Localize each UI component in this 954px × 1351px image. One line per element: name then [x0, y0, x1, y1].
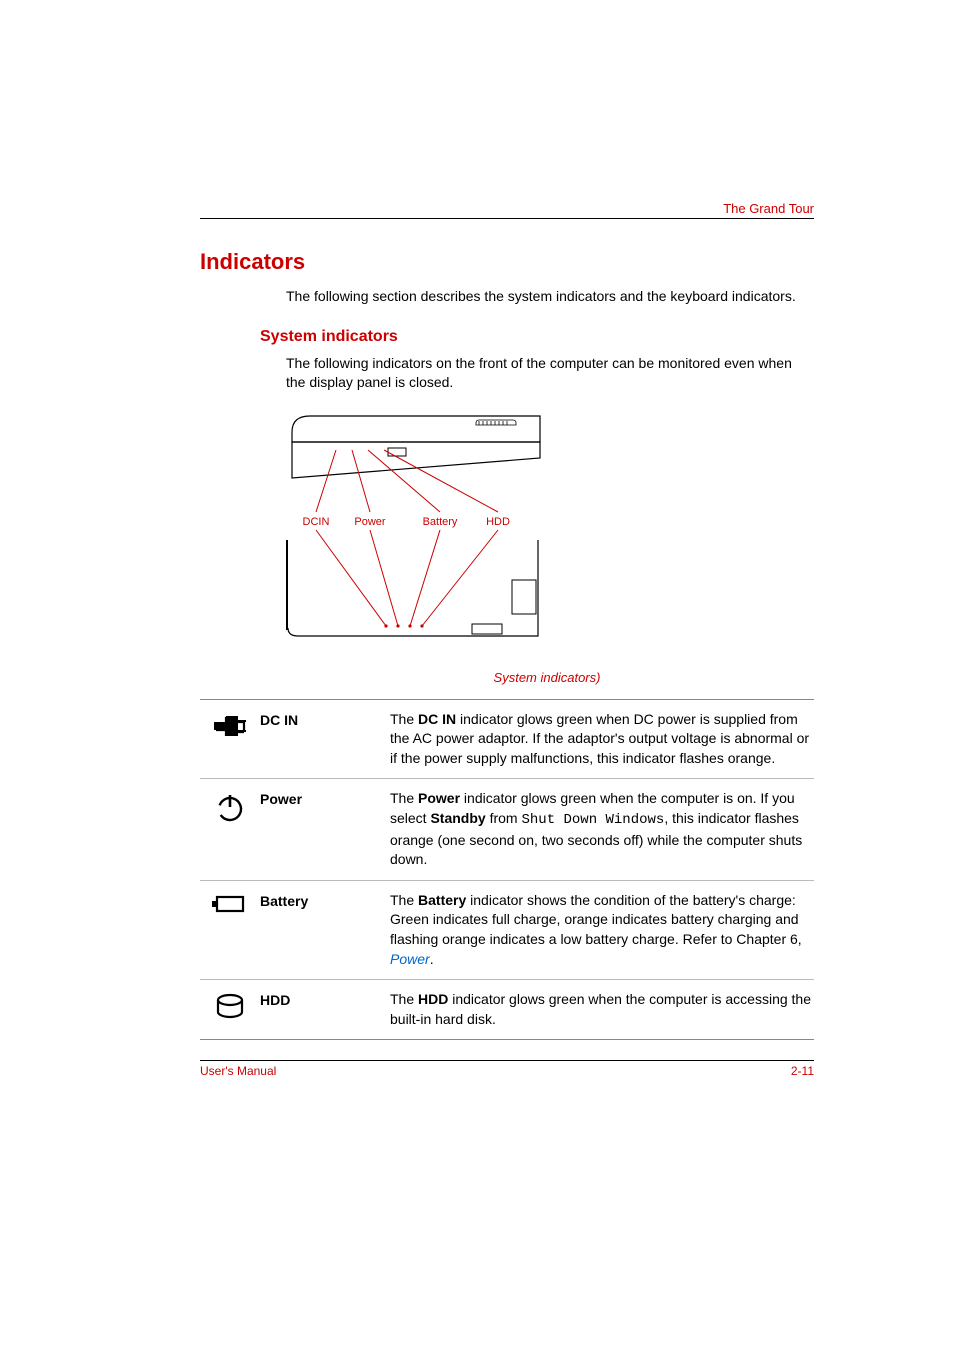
- row-dcin: DC IN The DC IN indicator glows green wh…: [200, 700, 814, 780]
- page-footer: User's Manual 2-11: [200, 1060, 814, 1078]
- row-power: Power The Power indicator glows green wh…: [200, 779, 814, 880]
- hdd-label: HDD: [260, 990, 390, 1008]
- diagram-caption: System indicators): [280, 670, 814, 685]
- section-title: Indicators: [200, 249, 814, 275]
- diagram-label-hdd: HDD: [486, 516, 510, 528]
- diagram-label-power: Power: [354, 516, 386, 528]
- hdd-desc: The HDD indicator glows green when the c…: [390, 990, 814, 1029]
- sub-intro-text: The following indicators on the front of…: [286, 354, 814, 392]
- battery-label: Battery: [260, 891, 390, 909]
- intro-text: The following section describes the syst…: [286, 287, 814, 306]
- diagram-label-battery: Battery: [423, 516, 458, 528]
- hdd-icon: [200, 990, 260, 1020]
- power-icon: [200, 789, 260, 823]
- dcin-desc: The DC IN indicator glows green when DC …: [390, 710, 814, 769]
- header-section-label: The Grand Tour: [723, 201, 814, 216]
- indicator-table: DC IN The DC IN indicator glows green wh…: [200, 699, 814, 1041]
- dcin-label: DC IN: [260, 710, 390, 728]
- battery-desc: The Battery indicator shows the conditio…: [390, 891, 814, 969]
- subsection-title: System indicators: [260, 328, 814, 346]
- system-indicators-diagram: DCIN Power Battery HDD: [280, 410, 814, 660]
- footer-left: User's Manual: [200, 1064, 276, 1078]
- row-hdd: HDD The HDD indicator glows green when t…: [200, 980, 814, 1039]
- battery-icon: [200, 891, 260, 915]
- dc-plug-icon: [200, 710, 260, 742]
- page-header: The Grand Tour: [200, 200, 814, 219]
- footer-right: 2-11: [791, 1064, 814, 1078]
- power-link[interactable]: Power: [390, 951, 430, 967]
- row-battery: Battery The Battery indicator shows the …: [200, 881, 814, 980]
- power-desc: The Power indicator glows green when the…: [390, 789, 814, 869]
- power-label: Power: [260, 789, 390, 807]
- manual-page: The Grand Tour Indicators The following …: [0, 0, 954, 1198]
- diagram-label-dcin: DCIN: [303, 516, 330, 528]
